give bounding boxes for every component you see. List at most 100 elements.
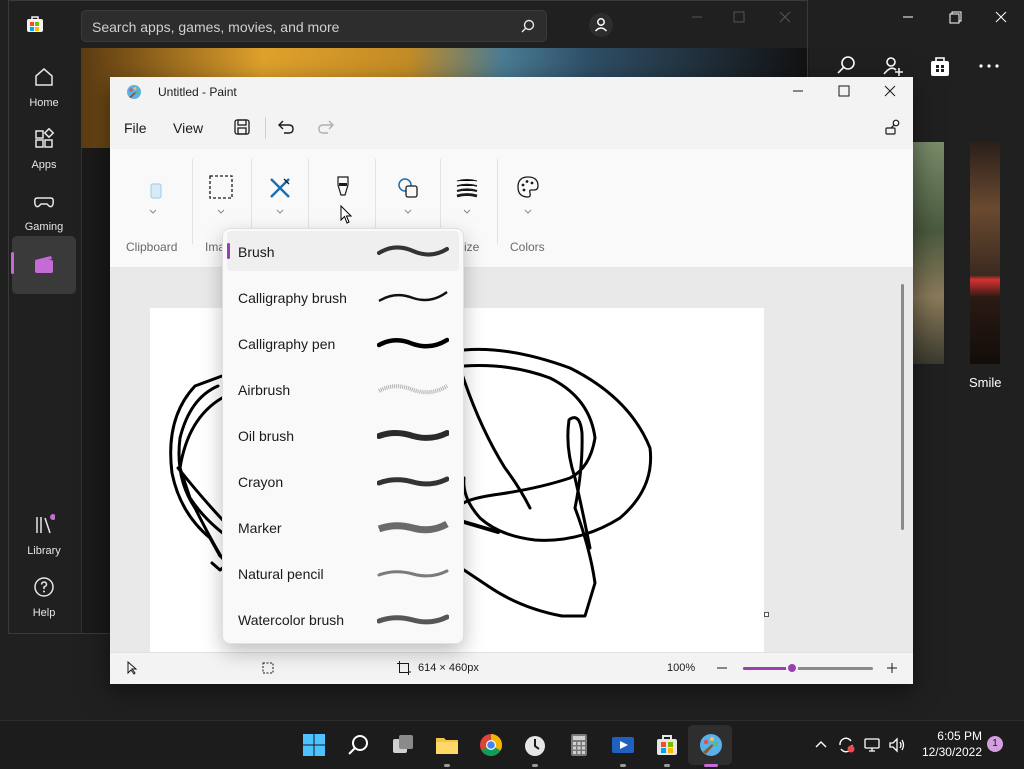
tools-icon[interactable] xyxy=(268,176,292,200)
chevron-down-icon[interactable] xyxy=(276,209,284,214)
brush-option-oil-brush[interactable]: Oil brush xyxy=(227,415,459,455)
brush-icon[interactable] xyxy=(331,175,355,199)
help-icon xyxy=(34,577,54,597)
show-hidden-icons-chevron-icon[interactable] xyxy=(814,738,828,752)
content-card-title[interactable]: Smile xyxy=(969,375,1002,390)
content-thumbnail[interactable] xyxy=(912,142,944,364)
clock-time[interactable]: 6:05 PM xyxy=(937,729,982,743)
calligraphy-pen-stroke-preview-icon xyxy=(377,337,449,349)
brush-option-crayon[interactable]: Crayon xyxy=(227,461,459,501)
zoom-out-icon[interactable] xyxy=(716,662,728,674)
nav-movies[interactable] xyxy=(12,236,76,294)
menu-view[interactable]: View xyxy=(173,120,203,136)
ribbon-label-clipboard: Clipboard xyxy=(126,240,178,254)
mouse-cursor-icon xyxy=(340,205,353,224)
nav-apps[interactable]: Apps xyxy=(12,118,76,176)
palette-icon[interactable] xyxy=(516,175,540,199)
store-bag-icon[interactable] xyxy=(928,54,952,78)
notification-count-badge[interactable]: 1 xyxy=(987,736,1003,752)
volume-icon[interactable] xyxy=(888,736,906,754)
nav-apps-label: Apps xyxy=(31,159,57,171)
brush-option-label: Oil brush xyxy=(238,428,295,444)
pointer-position-icon xyxy=(127,661,138,675)
paint-status-bar: 614 × 460px 100% xyxy=(110,652,913,684)
nav-gaming-label: Gaming xyxy=(24,221,64,233)
paint-icon[interactable] xyxy=(699,733,723,757)
user-account-button[interactable] xyxy=(589,13,613,37)
outer-minimize-icon[interactable] xyxy=(892,6,924,28)
save-icon[interactable] xyxy=(232,117,252,137)
brush-option-marker[interactable]: Marker xyxy=(227,507,459,547)
store-logo-icon xyxy=(27,16,43,32)
chevron-down-icon[interactable] xyxy=(404,209,412,214)
paint-close-icon[interactable] xyxy=(867,77,913,107)
sync-icon[interactable] xyxy=(837,736,855,754)
apps-icon xyxy=(35,128,55,148)
store-search-placeholder: Search apps, games, movies, and more xyxy=(92,19,340,35)
menu-file[interactable]: File xyxy=(124,120,147,136)
clock-app-icon[interactable] xyxy=(523,733,547,757)
brush-option-watercolor-brush[interactable]: Watercolor brush xyxy=(227,599,459,639)
chrome-icon[interactable] xyxy=(479,733,503,757)
store-icon[interactable] xyxy=(655,733,679,757)
add-user-icon[interactable] xyxy=(881,54,905,78)
search-icon[interactable] xyxy=(834,54,858,78)
undo-icon[interactable] xyxy=(276,117,296,137)
store-close-icon[interactable] xyxy=(769,6,801,28)
nav-help[interactable]: Help xyxy=(12,566,76,624)
zoom-slider-thumb[interactable] xyxy=(786,662,798,674)
zoom-in-icon[interactable] xyxy=(886,662,898,674)
zoom-slider-fill xyxy=(743,667,792,670)
paint-title-bar: Untitled - Paint xyxy=(110,77,913,107)
media-player-icon[interactable] xyxy=(611,733,635,757)
brush-stroke-preview-icon xyxy=(377,245,449,257)
search-icon[interactable] xyxy=(520,18,536,34)
brush-option-airbrush[interactable]: Airbrush xyxy=(227,369,459,409)
clock-date[interactable]: 12/30/2022 xyxy=(922,745,982,759)
chevron-down-icon[interactable] xyxy=(217,209,225,214)
brush-option-brush[interactable]: Brush xyxy=(227,231,459,271)
taskbar-search-icon[interactable] xyxy=(347,733,371,757)
shapes-icon[interactable] xyxy=(396,176,420,200)
brush-option-label: Watercolor brush xyxy=(238,612,345,628)
nav-home[interactable]: Home xyxy=(12,56,76,114)
airbrush-stroke-preview-icon xyxy=(378,384,449,395)
store-minimize-icon[interactable] xyxy=(681,6,713,28)
nav-library[interactable]: Library xyxy=(12,504,76,562)
chevron-down-icon[interactable] xyxy=(524,209,532,214)
size-icon[interactable] xyxy=(455,176,479,200)
nav-gaming[interactable]: Gaming xyxy=(12,180,76,238)
more-options-icon[interactable] xyxy=(977,54,1001,78)
outer-restore-icon[interactable] xyxy=(939,6,971,28)
outer-close-icon[interactable] xyxy=(985,6,1017,28)
store-search-box[interactable]: Search apps, games, movies, and more xyxy=(81,10,547,42)
clipboard-icon[interactable] xyxy=(144,179,168,203)
ribbon-label-colors: Colors xyxy=(510,240,545,254)
brush-option-calligraphy-brush[interactable]: Calligraphy brush xyxy=(227,277,459,317)
zoom-percentage[interactable]: 100% xyxy=(667,662,695,674)
start-icon[interactable] xyxy=(302,733,326,757)
content-thumbnail[interactable] xyxy=(970,142,1000,364)
chevron-down-icon[interactable] xyxy=(149,209,157,214)
paint-minimize-icon[interactable] xyxy=(775,77,821,107)
vertical-scrollbar[interactable] xyxy=(901,284,904,530)
share-icon[interactable] xyxy=(883,117,903,137)
select-rectangle-icon[interactable] xyxy=(209,175,233,199)
brush-option-label: Natural pencil xyxy=(238,566,324,582)
canvas-size-icon xyxy=(397,661,411,675)
store-maximize-icon[interactable] xyxy=(723,6,755,28)
chevron-down-icon[interactable] xyxy=(463,209,471,214)
paint-maximize-icon[interactable] xyxy=(821,77,867,107)
task-view-icon[interactable] xyxy=(391,733,415,757)
home-icon xyxy=(35,68,53,86)
taskbar: 6:05 PM 12/30/2022 xyxy=(0,720,1024,769)
redo-icon[interactable] xyxy=(316,117,336,137)
calculator-icon[interactable] xyxy=(567,733,591,757)
brush-option-natural-pencil[interactable]: Natural pencil xyxy=(227,553,459,593)
file-explorer-icon[interactable] xyxy=(435,733,459,757)
running-indicator xyxy=(620,764,626,767)
brush-option-calligraphy-pen[interactable]: Calligraphy pen xyxy=(227,323,459,363)
canvas-resize-handle[interactable] xyxy=(764,612,769,617)
crayon-stroke-preview-icon xyxy=(377,476,449,487)
network-icon[interactable] xyxy=(863,736,881,754)
